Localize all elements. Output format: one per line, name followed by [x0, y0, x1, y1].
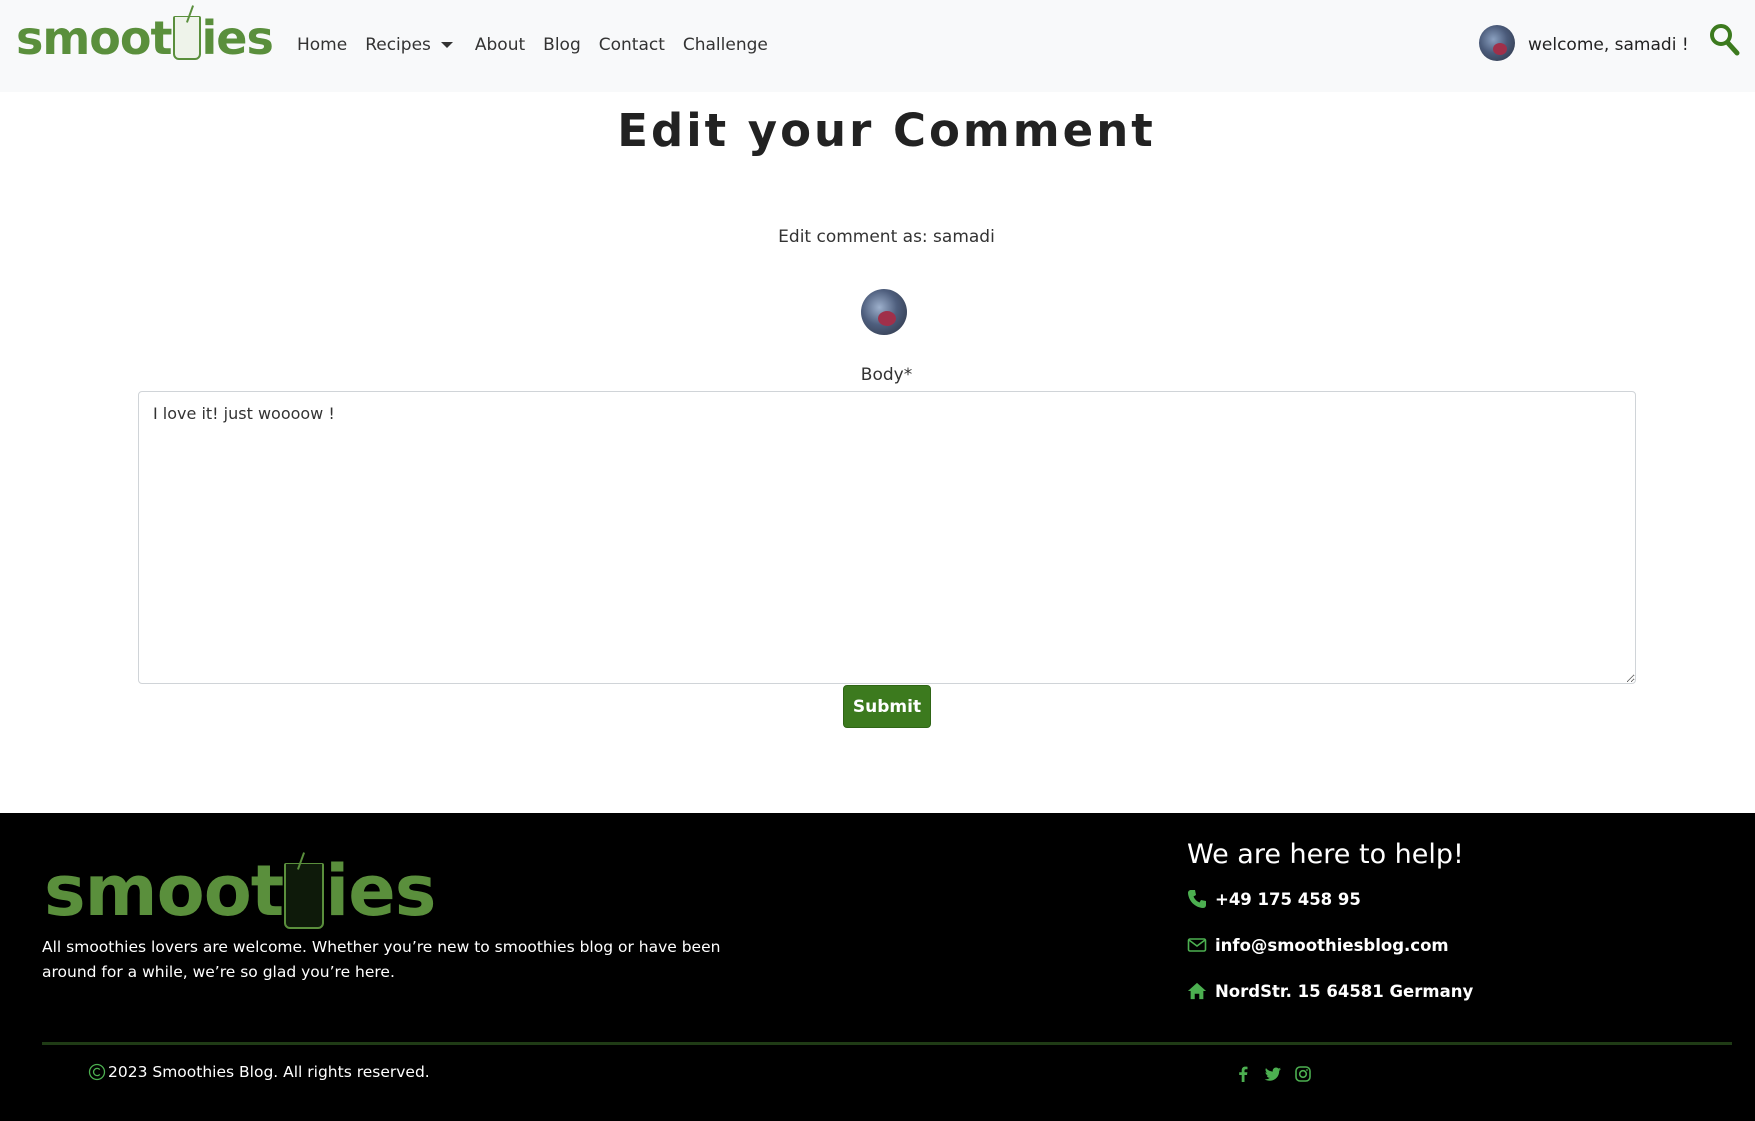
footer-logo: smoot ies [44, 849, 436, 932]
logo-text-end: ies [201, 11, 274, 65]
logo-glass-icon [284, 863, 325, 929]
submit-button[interactable]: Submit [843, 685, 931, 728]
copyright-icon [88, 1063, 106, 1081]
twitter-icon[interactable] [1264, 1065, 1282, 1083]
nav-challenge[interactable]: Challenge [674, 31, 777, 59]
comment-body-input[interactable]: I love it! just woooow ! [138, 391, 1636, 684]
nav-about[interactable]: About [466, 31, 534, 59]
chevron-down-icon [440, 42, 453, 48]
facebook-icon[interactable] [1234, 1065, 1252, 1083]
envelope-icon [1187, 938, 1207, 952]
nav-blog[interactable]: Blog [534, 31, 590, 59]
contact-address: NordStr. 15 64581 Germany [1187, 981, 1473, 1001]
logo-text-start: smoot [16, 11, 173, 65]
user-avatar[interactable] [1479, 25, 1515, 61]
phone-text: +49 175 458 95 [1215, 889, 1361, 909]
footer-logo-text-start: smoot [44, 850, 284, 932]
copyright: 2023 Smoothies Blog. All rights reserved… [88, 1063, 430, 1081]
address-text: NordStr. 15 64581 Germany [1215, 981, 1474, 1001]
search-icon[interactable] [1708, 22, 1740, 56]
footer-divider [42, 1042, 1732, 1045]
logo-glass-icon [172, 16, 201, 60]
footer-logo-text-end: ies [325, 850, 436, 932]
nav-recipes-label: Recipes [365, 35, 431, 55]
contact-email[interactable]: info@smoothiesblog.com [1187, 935, 1449, 955]
main-nav: Home Recipes About Blog Contact Challeng… [288, 31, 777, 59]
copyright-text: 2023 Smoothies Blog. All rights reserved… [108, 1063, 430, 1081]
edit-as-text: Edit comment as: samadi [778, 227, 995, 247]
body-label: Body* [860, 365, 913, 385]
email-text: info@smoothiesblog.com [1215, 935, 1449, 955]
footer: smoot ies All smoothies lovers are welcom… [0, 813, 1755, 1121]
nav-recipes-dropdown[interactable]: Recipes [356, 31, 462, 59]
welcome-text: welcome, samadi ! [1528, 35, 1689, 55]
comment-avatar [861, 289, 907, 335]
help-title: We are here to help! [1187, 839, 1464, 870]
instagram-icon[interactable] [1294, 1065, 1312, 1083]
navbar: smoot ies Home Recipes About Blog Contact… [0, 0, 1755, 92]
footer-about-text: All smoothies lovers are welcome. Whethe… [42, 938, 721, 981]
home-icon [1187, 982, 1207, 1000]
phone-icon [1188, 890, 1206, 908]
nav-home[interactable]: Home [288, 31, 356, 59]
page-title: Edit your Comment [617, 104, 1156, 157]
nav-contact[interactable]: Contact [590, 31, 674, 59]
site-logo[interactable]: smoot ies [16, 10, 274, 66]
contact-phone[interactable]: +49 175 458 95 [1187, 889, 1361, 909]
social-links [1234, 1065, 1312, 1083]
